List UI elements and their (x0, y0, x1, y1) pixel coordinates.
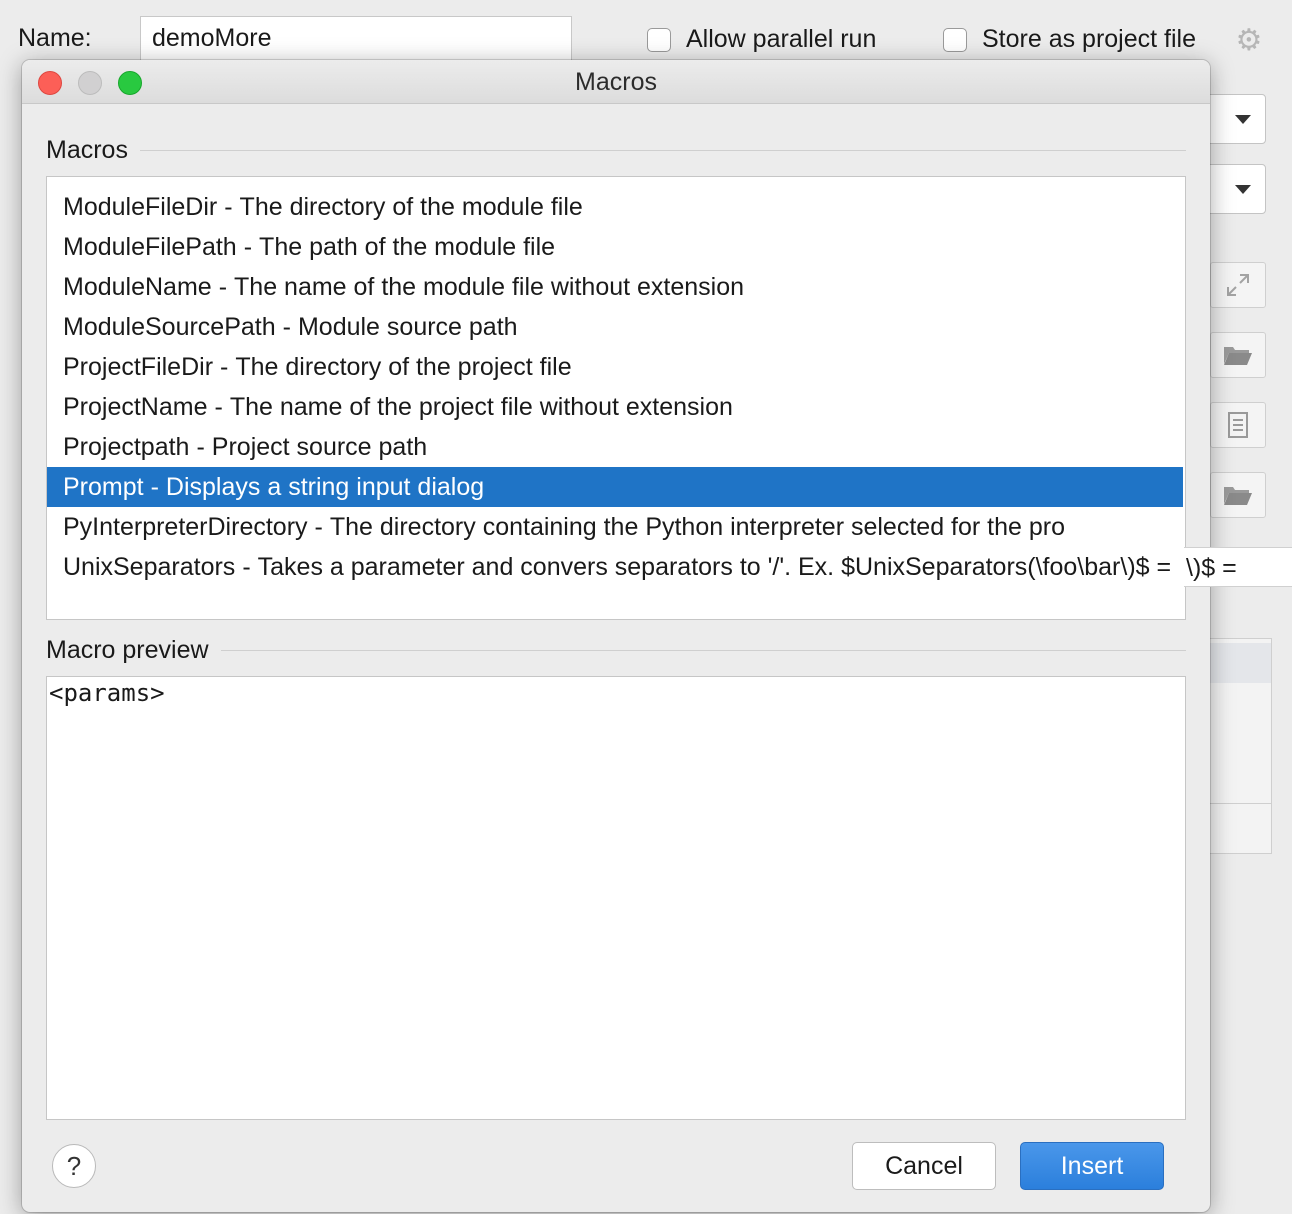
name-input[interactable]: demoMore (140, 16, 572, 62)
macro-description: Module source path (297, 313, 518, 341)
help-icon: ? (66, 1151, 82, 1181)
chevron-down-icon (1235, 115, 1251, 124)
expand-icon (1227, 274, 1249, 296)
macro-preview: <params> (46, 676, 1186, 1120)
list-item[interactable]: Prompt - Displays a string input dialog (47, 467, 1183, 507)
macro-separator: - (282, 313, 291, 341)
macro-name: ProjectName (63, 393, 208, 421)
preview-section-title: Macro preview (46, 636, 221, 665)
macro-separator: - (218, 273, 228, 301)
macro-description: The directory containing the Python inte… (329, 513, 1065, 541)
macro-name: ModuleSourcePath (63, 313, 276, 341)
chevron-down-icon (1235, 185, 1251, 194)
macro-description: The name of the project file without ext… (229, 393, 733, 421)
cancel-button[interactable]: Cancel (852, 1142, 996, 1190)
insert-button[interactable]: Insert (1020, 1142, 1164, 1190)
allow-parallel-label: Allow parallel run (686, 25, 877, 53)
folder-icon (1224, 347, 1252, 365)
macro-separator: - (220, 353, 229, 381)
macro-name: UnixSeparators (63, 553, 236, 581)
macros-dialog: Macros Macros ModuleFileDir - The director… (22, 60, 1210, 1212)
list-item[interactable]: ModuleFilePath - The path of the module fi… (47, 227, 1185, 267)
list-item-overflow: \)$ = (1184, 547, 1292, 587)
macro-description: Project source path (211, 433, 428, 461)
macro-name: ModuleFilePath (63, 233, 237, 261)
list-item[interactable]: ProjectName - The name of the project file… (47, 387, 1185, 427)
list-item[interactable]: ProjectFileDir - The directory of the proj… (47, 347, 1185, 387)
macro-name: ModuleName (63, 273, 212, 301)
macro-name: PyInterpreterDirectory (63, 513, 308, 541)
list-item[interactable]: PyInterpreterDirectory - The directory con… (47, 507, 1185, 547)
macro-separator: - (150, 473, 159, 501)
macro-description: The path of the module file (259, 233, 556, 261)
macro-description: The name of the module file without exte… (234, 273, 745, 301)
macro-name: Prompt (63, 473, 144, 501)
macros-list[interactable]: ModuleFileDir - The directory of the modul… (46, 176, 1186, 620)
macro-description: The directory of the project file (235, 353, 572, 381)
expand-button[interactable] (1210, 262, 1266, 308)
macro-description: Takes a parameter and convers separators… (257, 553, 1172, 581)
browse-folder-button-1[interactable] (1210, 332, 1266, 378)
macros-section-divider (46, 150, 1186, 151)
macro-separator: - (214, 393, 223, 421)
folder-icon (1224, 487, 1252, 505)
macro-name: ModuleFileDir (63, 193, 218, 221)
list-item[interactable]: ModuleName - The name of the module file w… (47, 267, 1185, 307)
list-item[interactable]: UnixSeparators - Takes a parameter and con… (47, 547, 1185, 587)
macro-description: Displays a string input dialog (165, 473, 485, 501)
background-combo-1[interactable] (1206, 94, 1266, 144)
macro-description: The directory of the module file (239, 193, 583, 221)
gear-icon[interactable]: ⚙ (1234, 26, 1264, 56)
background-panel (1208, 638, 1272, 854)
document-button[interactable] (1210, 402, 1266, 448)
macros-section-title: Macros (46, 136, 140, 165)
store-as-project-label: Store as project file (982, 25, 1196, 53)
store-as-project-checkbox[interactable] (943, 28, 967, 52)
allow-parallel-checkbox[interactable] (647, 28, 671, 52)
macro-separator: - (314, 513, 323, 541)
list-item[interactable]: ModuleFileDir - The directory of the modul… (47, 187, 1185, 227)
background-combo-2[interactable] (1206, 164, 1266, 214)
macro-separator: - (224, 193, 233, 221)
list-item[interactable]: ModuleSourcePath - Module source path (47, 307, 1185, 347)
name-label: Name: (18, 24, 92, 52)
macro-name: ProjectFileDir (63, 353, 214, 381)
dialog-title: Macros (575, 68, 657, 96)
macro-separator: - (243, 233, 253, 261)
macro-name: Projectpath (63, 433, 190, 461)
help-button[interactable]: ? (52, 1144, 96, 1188)
browse-folder-button-2[interactable] (1210, 472, 1266, 518)
list-item[interactable]: Projectpath - Project source path (47, 427, 1185, 467)
macro-separator: - (196, 433, 205, 461)
title-bar: Macros (22, 60, 1210, 104)
document-icon (1228, 412, 1248, 438)
macro-separator: - (242, 553, 251, 581)
